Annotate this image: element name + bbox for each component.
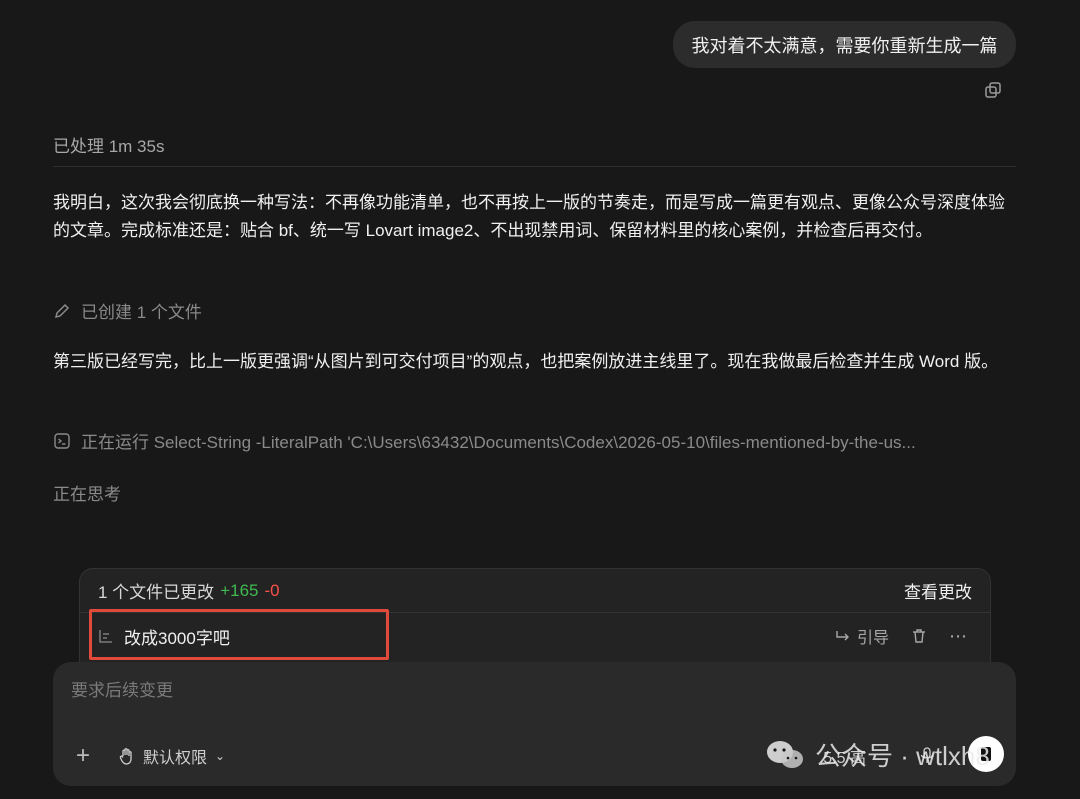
- user-message-text: 我对着不太满意，需要你重新生成一篇: [691, 35, 998, 56]
- copy-icon[interactable]: [984, 81, 1002, 99]
- permission-label: 默认权限: [143, 750, 208, 767]
- assistant-message-1: 我明白，这次我会彻底换一种写法：不再像功能清单，也不再按上一版的节奏走，而是写成…: [53, 193, 1005, 240]
- queued-message-actions: 引导 ⋯: [835, 613, 968, 659]
- queue-icon: [99, 630, 112, 643]
- queued-message-row[interactable]: 改成3000字吧 引导 ⋯: [80, 613, 990, 659]
- quote-label: 引导: [856, 630, 889, 647]
- chevron-down-icon: ⌄: [215, 749, 226, 763]
- view-changes-button[interactable]: 查看更改: [904, 578, 972, 603]
- trash-icon[interactable]: [911, 628, 927, 644]
- stop-button[interactable]: [968, 736, 1004, 772]
- created-files-label: 已创建 1 个文件: [81, 303, 202, 322]
- reply-arrow-icon: [836, 631, 849, 641]
- running-command-line[interactable]: 正在运行 Select-String -LiteralPath 'C:\User…: [53, 428, 993, 453]
- quote-button[interactable]: 引导: [835, 624, 889, 648]
- pencil-icon: [54, 303, 70, 318]
- running-command-text: 正在运行 Select-String -LiteralPath 'C:\User…: [81, 433, 916, 452]
- add-attachment-button[interactable]: +: [69, 742, 97, 770]
- followup-input[interactable]: [69, 680, 993, 702]
- terminal-icon: [54, 432, 70, 449]
- user-message-bubble: 我对着不太满意，需要你重新生成一篇: [673, 21, 1016, 68]
- additions-count: +165: [220, 580, 259, 600]
- model-selector[interactable]: 5.5 高: [823, 744, 866, 768]
- hand-icon: [119, 748, 132, 765]
- changes-summary: 1 个文件已更改 +165 -0: [98, 578, 280, 603]
- stop-icon: [981, 747, 991, 761]
- processed-duration[interactable]: 已处理 1m 35s: [53, 132, 164, 157]
- deletions-count: -0: [264, 580, 280, 600]
- microphone-icon[interactable]: [920, 747, 934, 765]
- changes-header: 1 个文件已更改 +165 -0 查看更改: [80, 569, 990, 613]
- divider: [53, 166, 1016, 167]
- created-files-line[interactable]: 已创建 1 个文件: [53, 298, 202, 323]
- thinking-status: 正在思考: [53, 485, 121, 504]
- more-options-icon[interactable]: ⋯: [949, 626, 968, 647]
- permission-dropdown[interactable]: 默认权限 ⌄: [119, 744, 225, 768]
- composer-toolbar: + 默认权限 ⌄ 5.5 高: [69, 736, 1004, 772]
- changes-title: 1 个文件已更改: [98, 583, 215, 602]
- assistant-message-2: 第三版已经写完，比上一版更强调“从图片到可交付项目”的观点，也把案例放进主线里了…: [53, 352, 999, 371]
- queued-message-text: 改成3000字吧: [124, 628, 230, 648]
- composer: + 默认权限 ⌄ 5.5 高: [53, 662, 1016, 786]
